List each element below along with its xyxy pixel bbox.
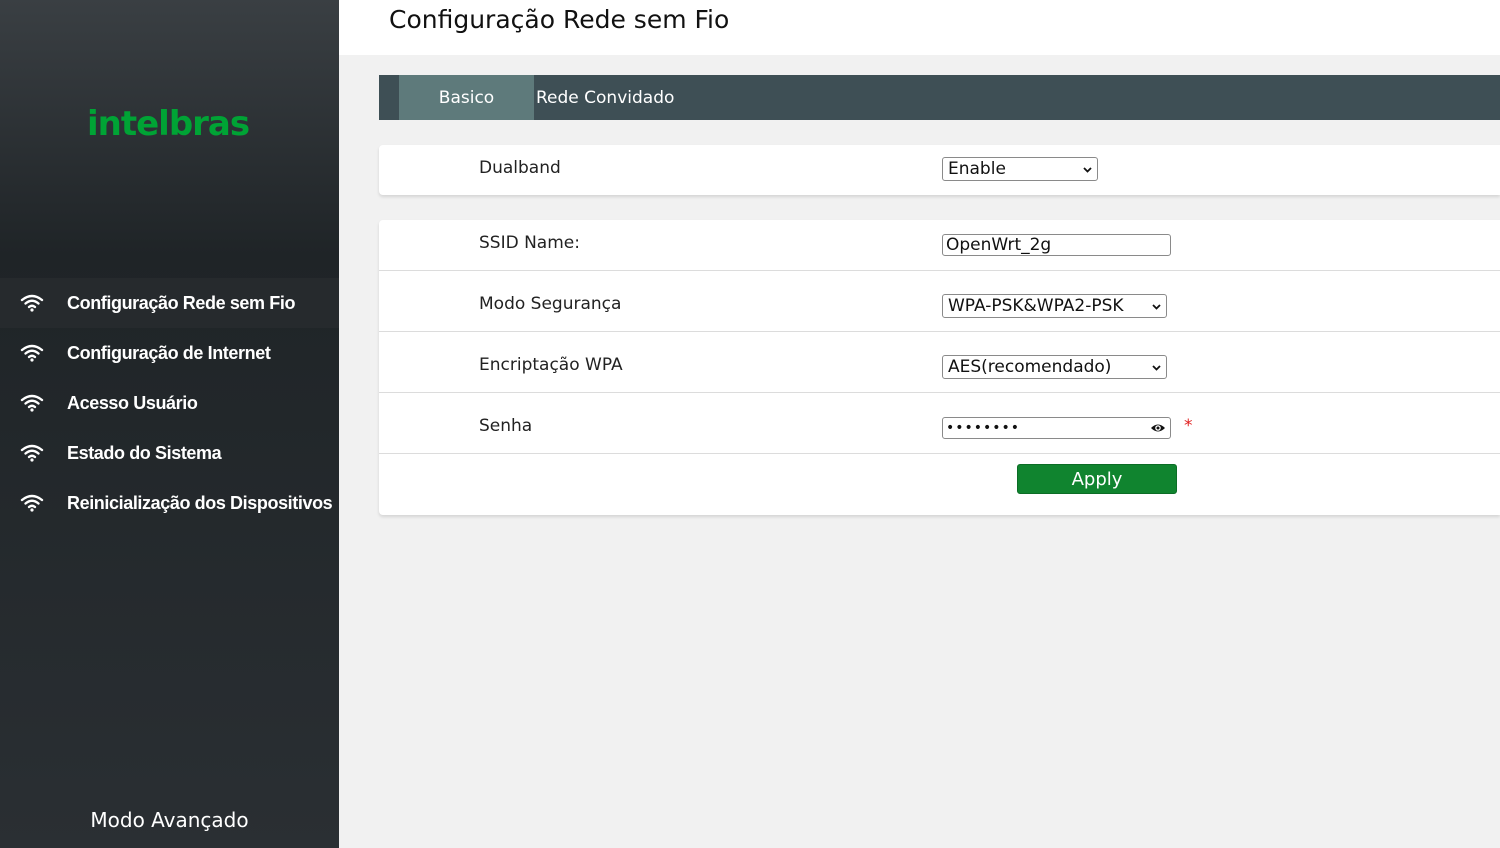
page-header: Configuração Rede sem Fio: [339, 0, 1500, 55]
wpa-encryption-label: Encriptação WPA: [479, 355, 623, 375]
wireless-settings-card: SSID Name: OpenWrt_2g Modo Segurança WPA…: [379, 220, 1500, 515]
ssid-input-value: OpenWrt_2g: [946, 235, 1052, 255]
wifi-icon: [20, 343, 44, 363]
wpa-encryption-select-value: AES(recomendado): [948, 357, 1112, 377]
ssid-input[interactable]: OpenWrt_2g: [942, 234, 1171, 256]
tab-rede-convidado[interactable]: Rede Convidado: [534, 75, 674, 120]
security-mode-select-value: WPA-PSK&WPA2-PSK: [948, 296, 1124, 316]
password-input-value: ••••••••: [946, 420, 1021, 436]
password-input[interactable]: ••••••••: [942, 417, 1171, 439]
row-divider: [379, 331, 1500, 332]
required-mark: *: [1184, 416, 1193, 436]
wifi-icon: [20, 493, 44, 513]
password-label: Senha: [479, 416, 533, 436]
chevron-down-icon: [1152, 304, 1161, 310]
sidebar-item-label: Acesso Usuário: [67, 392, 198, 413]
dualband-select[interactable]: Enable: [942, 157, 1098, 181]
tab-bar: Basico Rede Convidado: [379, 75, 1500, 120]
sidebar-item-label: Estado do Sistema: [67, 442, 222, 463]
advanced-mode-link[interactable]: Modo Avançado: [0, 808, 339, 832]
sidebar-item-device-reboot[interactable]: Reinicialização dos Dispositivos: [0, 478, 339, 528]
security-mode-select[interactable]: WPA-PSK&WPA2-PSK: [942, 294, 1167, 318]
intelbras-logo: intelbras: [87, 104, 250, 144]
sidebar-item-label: Reinicialização dos Dispositivos: [67, 492, 333, 513]
dualband-card: Dualband Enable: [379, 145, 1500, 195]
security-mode-label: Modo Segurança: [479, 294, 622, 314]
chevron-down-icon: [1083, 167, 1092, 173]
sidebar-nav: Configuração Rede sem Fio Configuração d…: [0, 278, 339, 528]
tab-bar-spacer: [379, 75, 399, 120]
sidebar-item-label: Configuração de Internet: [67, 342, 271, 363]
sidebar-item-wireless-config[interactable]: Configuração Rede sem Fio: [0, 278, 339, 328]
dualband-select-value: Enable: [948, 159, 1006, 179]
sidebar-item-system-status[interactable]: Estado do Sistema: [0, 428, 339, 478]
chevron-down-icon: [1152, 365, 1161, 371]
sidebar-item-user-access[interactable]: Acesso Usuário: [0, 378, 339, 428]
row-divider: [379, 270, 1500, 271]
tab-basico[interactable]: Basico: [399, 75, 534, 120]
sidebar-item-label: Configuração Rede sem Fio: [67, 292, 296, 313]
dualband-label: Dualband: [479, 158, 561, 178]
wifi-icon: [20, 393, 44, 413]
row-divider: [379, 392, 1500, 393]
wifi-icon: [20, 443, 44, 463]
row-divider: [379, 453, 1500, 454]
sidebar-item-internet-config[interactable]: Configuração de Internet: [0, 328, 339, 378]
page-title: Configuração Rede sem Fio: [389, 5, 730, 34]
eye-icon[interactable]: [1150, 421, 1166, 435]
sidebar: intelbras Configuração Rede sem Fio Conf…: [0, 0, 339, 848]
wifi-icon: [20, 293, 44, 313]
wpa-encryption-select[interactable]: AES(recomendado): [942, 355, 1167, 379]
apply-button[interactable]: Apply: [1017, 464, 1177, 494]
ssid-label: SSID Name:: [479, 233, 580, 253]
